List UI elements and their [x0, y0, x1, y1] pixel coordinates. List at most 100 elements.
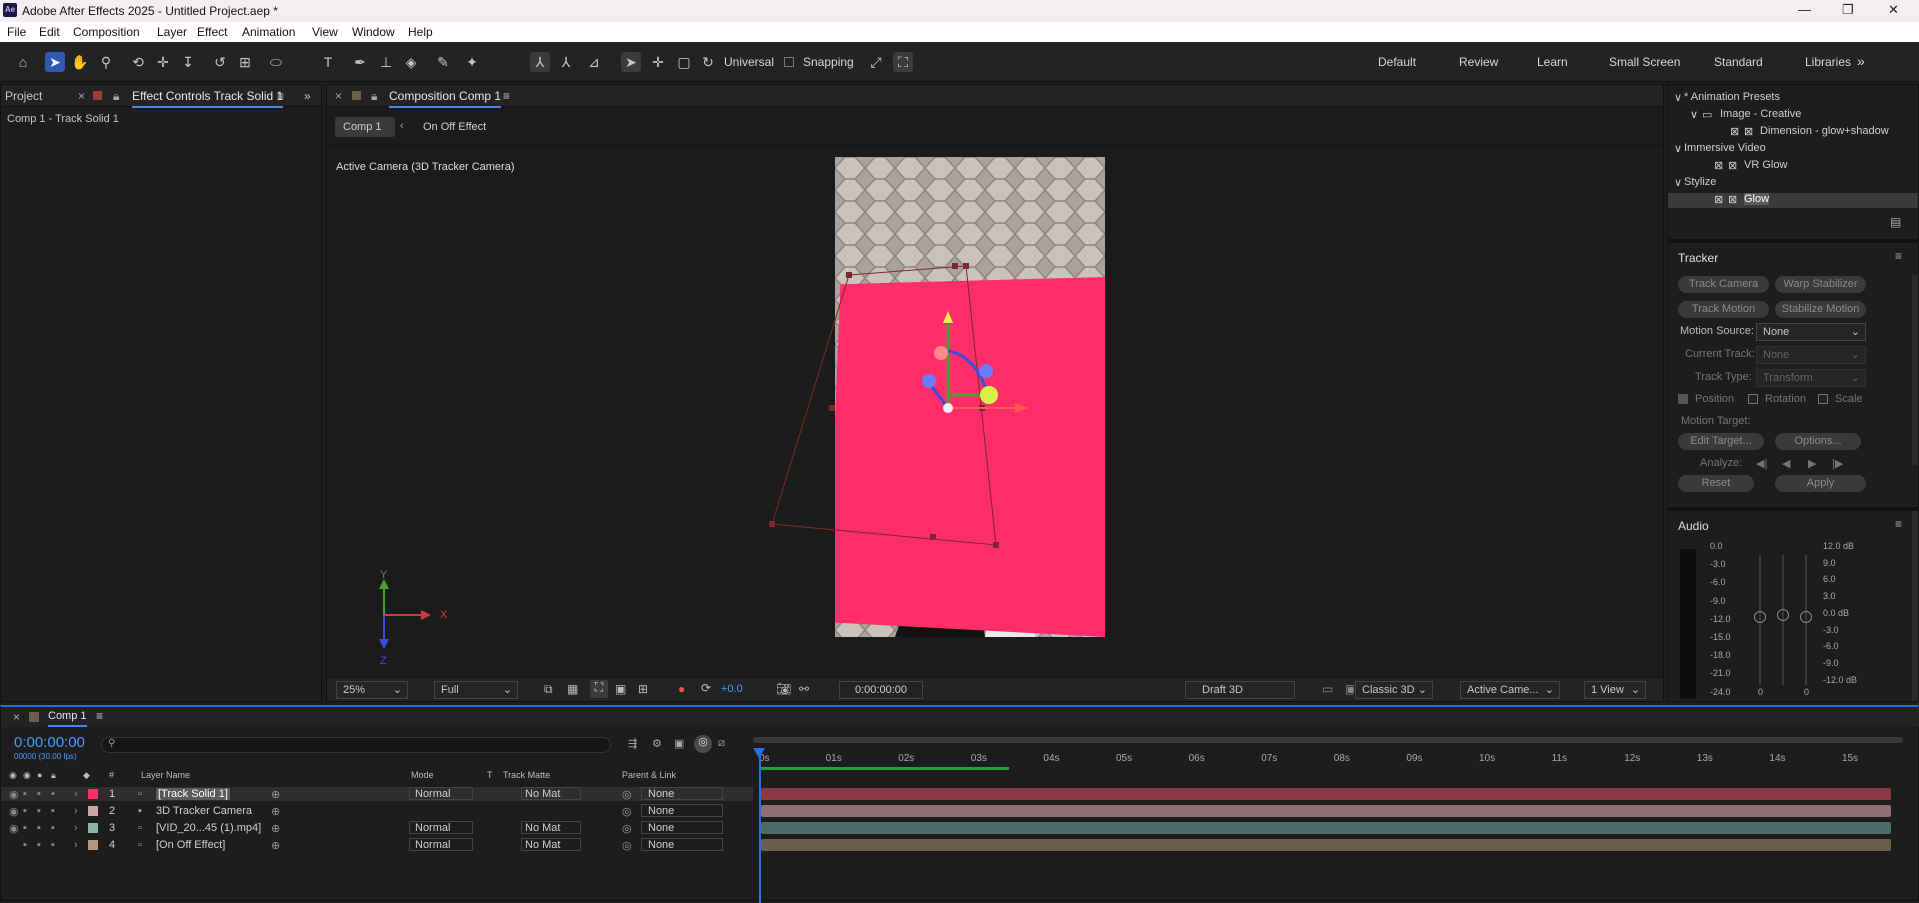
pick-whip-icon[interactable]: ◎ — [622, 788, 632, 801]
lock-toggle[interactable]: ▪ — [51, 839, 55, 851]
layer-name[interactable]: [VID_20...45 (1).mp4] — [156, 822, 261, 834]
resolution-dropdown[interactable]: Full ⌄ — [434, 681, 518, 699]
current-time-field[interactable]: 0:00:00:00 — [839, 681, 923, 699]
hand-tool-icon[interactable]: ✋ — [70, 52, 90, 72]
solo-toggle[interactable]: ▪ — [37, 805, 41, 817]
3d-select-icon[interactable]: ➤ — [621, 52, 641, 72]
playhead[interactable] — [759, 748, 761, 903]
view-layout-dropdown[interactable]: 1 View ⌄ — [1584, 681, 1646, 699]
show-snapshot-icon[interactable]: ⚯ — [799, 682, 809, 696]
audio-scrollbar[interactable] — [1912, 511, 1918, 701]
dolly-camera-icon[interactable]: ↧ — [178, 52, 198, 72]
3d-gizmo[interactable] — [767, 255, 1187, 595]
menu-layer[interactable]: Layer — [157, 25, 187, 39]
column-layer-name[interactable]: Layer Name — [141, 770, 190, 780]
visibility-eye-icon[interactable]: ◉ — [9, 805, 19, 818]
ellipse-tool-icon[interactable]: ⬭ — [266, 52, 286, 72]
apply-button[interactable]: Apply — [1775, 475, 1866, 492]
snap-grid-icon[interactable]: ⛶ — [893, 52, 913, 72]
chevron-right-icon[interactable]: › — [74, 805, 78, 817]
home-icon[interactable]: ⌂ — [13, 52, 33, 72]
scale-checkbox[interactable] — [1818, 394, 1828, 404]
layer-duration-bar[interactable] — [761, 805, 1891, 817]
menu-view[interactable]: View — [312, 25, 338, 39]
layer-row[interactable]: ◉ ▪ ▪ ▪ › 3 ▫ [VID_20...45 (1).mp4] ⊕ Normal No Ma… — [1, 821, 753, 835]
motion-source-dropdown[interactable]: None ⌄ — [1756, 323, 1866, 341]
panel-menu-icon[interactable]: ≡ — [277, 89, 284, 103]
menu-window[interactable]: Window — [352, 25, 395, 39]
fast-preview-icon[interactable]: ⧉ — [544, 682, 553, 697]
type-tool-icon[interactable]: T — [318, 52, 338, 72]
chevron-right-icon[interactable]: › — [74, 822, 78, 834]
panel-menu-icon[interactable]: ≡ — [1895, 249, 1902, 263]
composition-flowchart-icon[interactable]: ⇶ — [628, 737, 637, 750]
audio-toggle[interactable]: ▪ — [23, 822, 27, 834]
close-tab-icon[interactable]: × — [13, 710, 20, 724]
audio-left-slider[interactable] — [1754, 611, 1766, 623]
position-checkbox[interactable] — [1678, 394, 1688, 404]
frame-blending-icon[interactable]: ◎ — [694, 735, 712, 753]
layer-row[interactable]: ◉ ▪ ▪ ▪ › 1 ▫ [Track Solid 1] ⊕ Normal No Mat ◎ None — [1, 787, 753, 801]
puppet-tool-icon[interactable]: ✦ — [462, 52, 482, 72]
audio-master-slider[interactable] — [1777, 609, 1789, 621]
view-axis-icon[interactable]: ⊿ — [584, 52, 604, 72]
shy-layers-icon[interactable]: ▣ — [674, 737, 684, 750]
stabilize-motion-button[interactable]: Stabilize Motion — [1775, 301, 1866, 318]
close-tab-icon[interactable]: × — [335, 89, 342, 103]
draft-3d-timeline-icon[interactable]: ⚙ — [652, 737, 662, 750]
workspace-learn[interactable]: Learn — [1537, 55, 1568, 69]
mask-visibility-icon[interactable]: ⛶ — [590, 680, 608, 698]
effects-tree-item[interactable]: ∨ ▭ Image - Creative — [1668, 108, 1918, 123]
track-matte-dropdown[interactable]: No Mat — [521, 838, 581, 851]
lock-icon[interactable]: 🔒︎ — [113, 89, 119, 104]
parent-dropdown[interactable]: None — [641, 821, 723, 834]
layer-mode-dropdown[interactable]: Normal — [409, 787, 473, 800]
layer-name[interactable]: [On Off Effect] — [156, 839, 225, 851]
rotation-checkbox[interactable] — [1748, 394, 1758, 404]
time-navigator-bar[interactable] — [753, 737, 1903, 743]
layer-mode-dropdown[interactable]: Normal — [409, 838, 473, 851]
layer-label-color[interactable] — [88, 840, 98, 850]
effects-tree-item[interactable]: ⊠ ⊠ Dimension - glow+shadow — [1668, 125, 1918, 140]
analyze-forward-frame-icon[interactable]: |▶ — [1832, 457, 1843, 470]
eraser-tool-icon[interactable]: ◈ — [401, 52, 421, 72]
menu-help[interactable]: Help — [408, 25, 433, 39]
analyze-backward-icon[interactable]: ◀ — [1782, 457, 1790, 470]
layer-search-input[interactable]: ⚲ — [101, 737, 611, 753]
snap-options-icon[interactable]: ⤢ — [866, 52, 886, 72]
layer-duration-bar[interactable] — [761, 822, 1891, 834]
reset-button[interactable]: Reset — [1678, 475, 1754, 492]
menu-animation[interactable]: Animation — [242, 25, 295, 39]
transparency-grid-icon[interactable]: ▦ — [567, 682, 578, 696]
world-axis-icon[interactable]: ⅄ — [556, 52, 576, 72]
pick-whip-icon[interactable]: ◎ — [622, 822, 632, 835]
guides-icon[interactable]: ⊞ — [638, 682, 648, 696]
rotate-tool-icon[interactable]: ↺ — [210, 52, 230, 72]
panel-menu-icon[interactable]: ≡ — [96, 709, 103, 723]
close-window-button[interactable]: ✕ — [1888, 2, 1899, 18]
local-axis-icon[interactable]: ⅄ — [530, 52, 550, 72]
effect-item-selected[interactable]: ⊠ ⊠ Glow — [1668, 193, 1918, 208]
shy-switch-icon[interactable]: ⊕ — [271, 805, 280, 818]
comp-nav-comp1[interactable]: Comp 1 — [335, 117, 395, 137]
effects-tree-item[interactable]: ∨ * Animation Presets — [1668, 91, 1918, 106]
track-matte-dropdown[interactable]: No Mat — [521, 787, 581, 800]
layer-mode-dropdown[interactable]: Normal — [409, 821, 473, 834]
zoom-tool-icon[interactable]: ⚲ — [96, 52, 116, 72]
layer-label-color[interactable] — [88, 789, 98, 799]
tab-timeline-comp1[interactable]: Comp 1 — [48, 710, 87, 727]
workspace-default[interactable]: Default — [1378, 55, 1416, 69]
roto-brush-icon[interactable]: ✎ — [433, 52, 453, 72]
warp-stabilizer-button[interactable]: Warp Stabilizer — [1775, 276, 1866, 293]
solo-toggle[interactable]: ▪ — [37, 788, 41, 800]
options-button[interactable]: Options... — [1775, 433, 1861, 450]
new-bin-icon[interactable]: ▤ — [1890, 215, 1901, 229]
view-dropdown[interactable]: Active Came... ⌄ — [1460, 681, 1560, 699]
track-type-dropdown[interactable]: Transform ⌄ — [1756, 369, 1866, 387]
orbit-camera-icon[interactable]: ⟲ — [128, 52, 148, 72]
audio-toggle[interactable]: ▪ — [23, 788, 27, 800]
solo-toggle[interactable]: ▪ — [37, 839, 41, 851]
visibility-eye-icon[interactable]: ◉ — [9, 788, 19, 801]
lock-icon[interactable]: 🔒︎ — [371, 89, 377, 104]
shy-switch-icon[interactable]: ⊕ — [271, 839, 280, 852]
